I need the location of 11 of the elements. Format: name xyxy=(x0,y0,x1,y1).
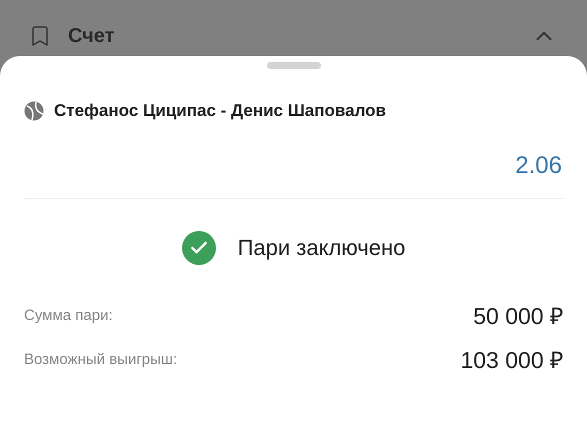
detail-label: Сумма пари: xyxy=(24,306,113,326)
section-title: Счет xyxy=(68,24,114,49)
success-check-icon xyxy=(182,230,216,264)
status-text: Пари заключено xyxy=(238,234,406,262)
drag-handle[interactable] xyxy=(266,62,320,69)
odds-value: 2.06 xyxy=(515,150,562,180)
detail-value: 50 000 ₽ xyxy=(473,302,563,330)
detail-label: Возможный выигрыш: xyxy=(24,350,178,370)
match-title: Стефанос Циципас - Денис Шаповалов xyxy=(54,100,386,122)
tennis-ball-icon xyxy=(24,100,44,121)
detail-value: 103 000 ₽ xyxy=(460,346,563,375)
